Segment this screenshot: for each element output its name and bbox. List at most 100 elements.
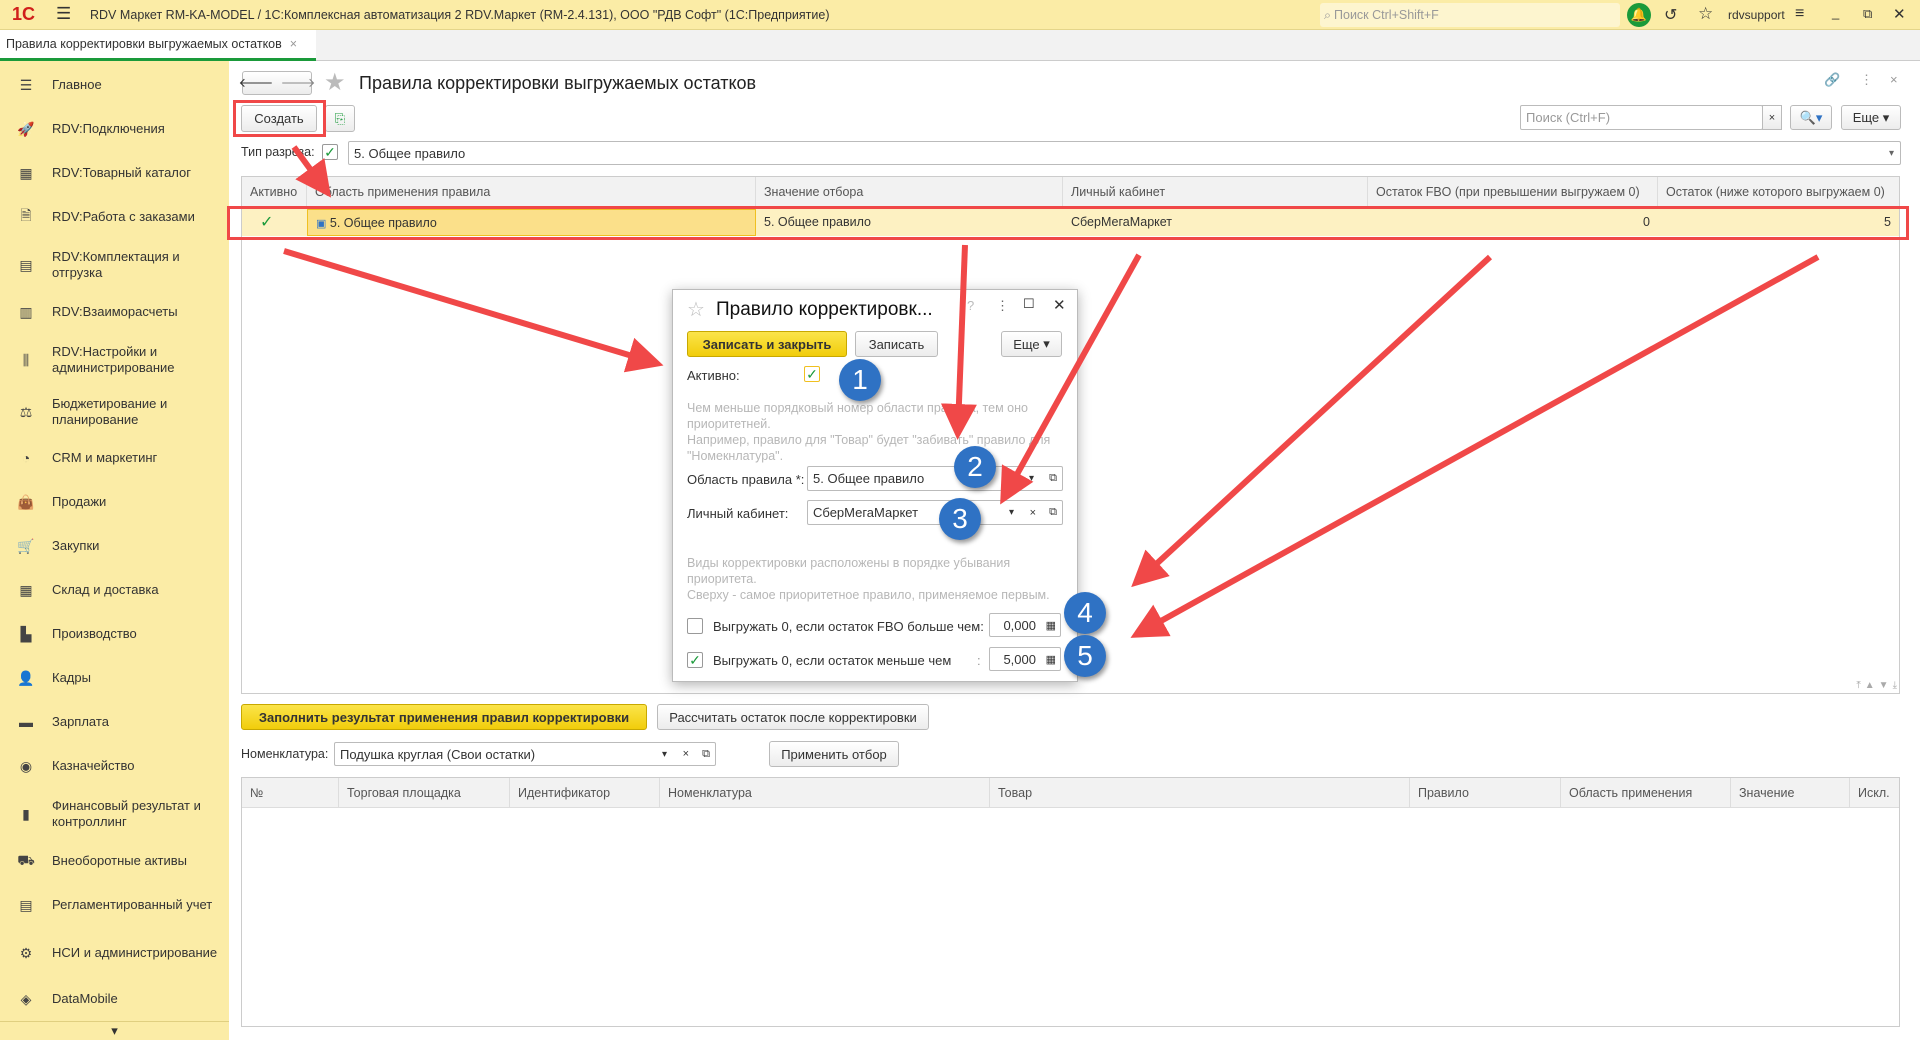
fill-results-button[interactable]: Заполнить результат применения правил ко… (241, 704, 647, 730)
sidebar-item[interactable]: 🛒 Закупки (0, 530, 229, 562)
favorite-star-icon[interactable]: ☆ (687, 297, 705, 322)
copy-doc-icon[interactable]: ⎘ (325, 105, 355, 132)
calculator-icon[interactable]: ▦ (1046, 653, 1056, 666)
sidebar-item[interactable]: ▙ Производство (0, 618, 229, 650)
col-num[interactable]: № (242, 778, 339, 808)
min-input[interactable]: 5,000 ▦ (989, 647, 1061, 671)
col-scope-area[interactable]: Область применения (1561, 778, 1731, 808)
star-icon[interactable]: ☆ (1698, 4, 1713, 24)
scope-input[interactable]: 5. Общее правило ▾ ⧉ (807, 466, 1063, 491)
help-icon[interactable]: ? (967, 298, 974, 313)
apply-filter-button[interactable]: Применить отбор (769, 741, 899, 767)
more-button[interactable]: Еще ▾ (1841, 105, 1901, 130)
col-nomenclature[interactable]: Номенклатура (660, 778, 990, 808)
sidebar-item[interactable]: ▮ Финансовый результат и контроллинг (0, 798, 229, 830)
filter-checkbox[interactable]: ✓ (322, 144, 338, 160)
col-rule[interactable]: Правило (1410, 778, 1561, 808)
open-icon[interactable]: ⧉ (1049, 506, 1057, 519)
dialog-more-button[interactable]: Еще ▾ (1001, 331, 1062, 357)
calc-remainder-button[interactable]: Рассчитать остаток после корректировки (657, 704, 929, 730)
search-clear-icon[interactable]: × (1762, 105, 1782, 130)
favorite-star-icon[interactable]: ★ (324, 68, 346, 97)
dropdown-icon[interactable]: ▾ (1009, 507, 1014, 518)
nomenclature-input[interactable]: Подушка круглая (Свои остатки) ▾ × ⧉ (334, 742, 716, 766)
close-icon[interactable]: ✕ (1053, 296, 1066, 314)
col-value[interactable]: Значение отбора (756, 177, 1063, 207)
dropdown-icon[interactable]: ▾ (662, 749, 667, 760)
dropdown-icon[interactable]: ▾ (1889, 148, 1894, 159)
sidebar-item[interactable]: ⛟ Внеоборотные активы (0, 845, 229, 877)
nav-back-forward[interactable]: 🡐 🡒 (239, 71, 316, 95)
bell-icon[interactable]: 🔔 (1627, 3, 1651, 27)
col-cabinet[interactable]: Личный кабинет (1063, 177, 1368, 207)
scroll-up-icon[interactable]: ▲ (1865, 680, 1875, 691)
sidebar-item[interactable]: ▬ Зарплата (0, 706, 229, 738)
maximize-icon[interactable]: ☐ (1023, 296, 1035, 312)
sidebar-item[interactable]: ◔ CRM и маркетинг (0, 442, 229, 474)
sidebar-item[interactable]: 👜 Продажи (0, 486, 229, 518)
sidebar-item[interactable]: ▤ Регламентированный учет (0, 889, 229, 921)
back-arrow-icon[interactable]: 🡐 (239, 75, 274, 91)
sidebar-scroll-down-icon[interactable]: ▾ (0, 1021, 229, 1039)
col-active[interactable]: Активно (242, 177, 307, 207)
menu-icon[interactable]: ☰ (56, 4, 71, 24)
user-name[interactable]: rdvsupport (1728, 8, 1785, 22)
col-value2[interactable]: Значение (1731, 778, 1850, 808)
sidebar-item[interactable]: ▥ RDV:Взаиморасчеты (0, 296, 229, 328)
link-icon[interactable]: 🔗 (1824, 72, 1840, 88)
col-product[interactable]: Товар (990, 778, 1410, 808)
min-checkbox[interactable]: ✓ (687, 652, 703, 668)
sidebar-item[interactable]: 👤 Кадры (0, 662, 229, 694)
scroll-bottom-icon[interactable]: ⤓ (1893, 680, 1897, 691)
fbo-input[interactable]: 0,000 ▦ (989, 613, 1061, 637)
fbo-checkbox[interactable] (687, 618, 703, 634)
table-scroll-buttons[interactable]: ⤒ ▲ ▼ ⤓ (1856, 680, 1897, 691)
tab-close-icon[interactable]: × (290, 37, 297, 51)
forward-arrow-icon[interactable]: 🡒 (281, 75, 316, 91)
open-icon[interactable]: ⧉ (702, 748, 710, 761)
col-min[interactable]: Остаток (ниже которого выгружаем 0) (1658, 177, 1899, 207)
sidebar-item[interactable]: ▤ RDV:Комплектация и отгрузка (0, 249, 229, 281)
save-button[interactable]: Записать (855, 331, 938, 357)
dropdown-icon[interactable]: ▾ (1029, 473, 1034, 484)
hint-order: Виды корректировки расположены в порядке… (687, 555, 1067, 603)
active-checkbox[interactable]: ✓ (804, 366, 820, 382)
more-vert-icon[interactable]: ⋮ (1860, 72, 1873, 88)
close-form-icon[interactable]: × (1890, 72, 1898, 87)
open-icon[interactable]: ⧉ (1049, 472, 1057, 485)
sidebar-item[interactable]: ☰ Главное (0, 69, 229, 101)
sidebar-item[interactable]: ⚖ Бюджетирование и планирование (0, 396, 229, 428)
clear-icon[interactable]: × (1030, 507, 1036, 519)
document-icon: 🗎 (20, 207, 32, 223)
sidebar-item[interactable]: ◉ Казначейство (0, 750, 229, 782)
sidebar-item[interactable]: ⚙ НСИ и администрирование (0, 937, 229, 969)
scroll-top-icon[interactable]: ⤒ (1856, 680, 1860, 691)
col-marketplace[interactable]: Торговая площадка (339, 778, 510, 808)
save-close-button[interactable]: Записать и закрыть (687, 331, 847, 357)
sidebar-item[interactable]: 🚀 RDV:Подключения (0, 113, 229, 145)
scroll-down-icon[interactable]: ▼ (1879, 680, 1889, 691)
tab-rules[interactable]: Правила корректировки выгружаемых остатк… (0, 30, 316, 61)
sidebar-item[interactable]: ▦ Склад и доставка (0, 574, 229, 606)
sidebar-item[interactable]: ▦ RDV:Товарный каталог (0, 157, 229, 189)
sidebar-item[interactable]: ◈ DataMobile (0, 983, 229, 1015)
search-options-button[interactable]: 🔍▾ (1790, 105, 1832, 130)
settings-menu-icon[interactable]: ≡ (1795, 5, 1804, 23)
more-vert-icon[interactable]: ⋮ (996, 298, 1009, 314)
restore-icon[interactable]: ⧉ (1863, 6, 1872, 22)
col-fbo[interactable]: Остаток FBO (при превышении выгружаем 0) (1368, 177, 1658, 207)
history-icon[interactable]: ↺ (1664, 5, 1677, 25)
search-input[interactable]: Поиск (Ctrl+F) (1520, 105, 1763, 130)
calculator-icon[interactable]: ▦ (1046, 619, 1056, 632)
sidebar-item[interactable]: 🗎 RDV:Работа с заказами (0, 201, 229, 233)
cabinet-input[interactable]: СберМегаМаркет ▾ × ⧉ (807, 500, 1063, 525)
global-search[interactable]: ⌕ Поиск Ctrl+Shift+F (1320, 3, 1620, 27)
clear-icon[interactable]: × (683, 748, 689, 760)
close-window-icon[interactable]: ✕ (1893, 5, 1906, 23)
col-excl[interactable]: Искл. (1850, 778, 1899, 808)
filter-value-input[interactable]: 5. Общее правило ▾ (348, 141, 1901, 165)
sidebar-item[interactable]: ⫼ RDV:Настройки и администрирование (0, 344, 229, 376)
col-identifier[interactable]: Идентификатор (510, 778, 660, 808)
col-scope[interactable]: Область применения правила (307, 177, 756, 207)
minimize-icon[interactable]: _ (1832, 5, 1839, 20)
